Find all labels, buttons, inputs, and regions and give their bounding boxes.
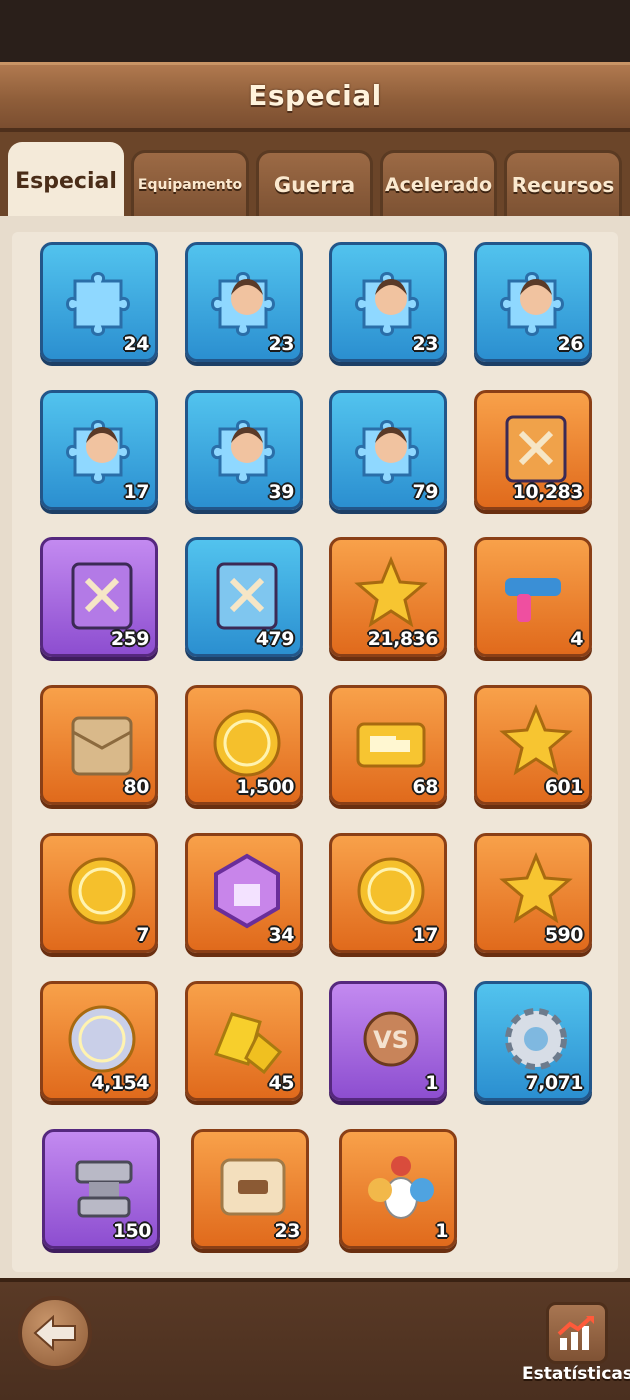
item-tile[interactable]: 23 [329, 242, 447, 362]
envelope-pack-icon [57, 698, 147, 788]
item-tile[interactable]: 17 [40, 390, 158, 510]
tab-acelerado[interactable]: Acelerado [380, 150, 497, 216]
item-count: 479 [255, 628, 295, 650]
gold-star-medal-icon [491, 698, 581, 788]
statistics-label: Estatísticas [522, 1364, 630, 1384]
item-tile[interactable]: 150 [42, 1129, 160, 1249]
svg-text:VS: VS [373, 1026, 409, 1054]
item-tile[interactable]: 24 [40, 242, 158, 362]
item-count: 1 [425, 1072, 438, 1094]
hero-puzzle-red-hair-woman-icon [346, 403, 436, 493]
anvil-icon [59, 1142, 149, 1232]
star-ribbon-medal-icon [491, 846, 581, 936]
item-tile[interactable]: 7 [40, 833, 158, 953]
hero-puzzle-blonde-woman-icon [202, 403, 292, 493]
blaster-gun-icon [491, 550, 581, 640]
tab-especial[interactable]: Especial [8, 142, 124, 218]
item-tile[interactable]: 479 [185, 537, 303, 657]
item-count: 7,071 [525, 1072, 583, 1094]
item-tile[interactable]: 7,071 [474, 981, 592, 1101]
item-tile[interactable]: 34 [185, 833, 303, 953]
skull-coin-icon [57, 846, 147, 936]
item-count: 259 [110, 628, 150, 650]
item-count: 17 [412, 924, 439, 946]
item-count: 21,836 [367, 628, 439, 650]
item-count: 4,154 [91, 1072, 149, 1094]
item-count: 80 [123, 776, 150, 798]
gold-nugget-icon [202, 994, 292, 1084]
item-count: 23 [412, 333, 439, 355]
item-count: 17 [123, 481, 150, 503]
item-tile[interactable]: 23 [191, 1129, 309, 1249]
item-tile[interactable]: 68 [329, 685, 447, 805]
item-count: 150 [112, 1220, 152, 1242]
item-count: 7 [136, 924, 149, 946]
item-tile[interactable]: 601 [474, 685, 592, 805]
puzzle-piece-icon [57, 255, 147, 345]
item-tile[interactable]: 39 [185, 390, 303, 510]
truck-ticket-icon [346, 698, 436, 788]
tab-guerra[interactable]: Guerra [256, 150, 373, 216]
item-count: 24 [123, 333, 150, 355]
item-tile[interactable]: 79 [329, 390, 447, 510]
item-tile[interactable]: 21,836 [329, 537, 447, 657]
item-count: 26 [557, 333, 584, 355]
purple-skill-book-icon [57, 550, 147, 640]
item-count: 34 [268, 924, 295, 946]
statistics-button[interactable] [546, 1302, 608, 1364]
purple-crate-badge-icon [202, 846, 292, 936]
status-bar [0, 0, 630, 62]
crossed-swords-coin-icon [202, 698, 292, 788]
item-tile[interactable]: 1,500 [185, 685, 303, 805]
pets-group-icon [356, 1142, 446, 1232]
title-bar: Especial [0, 62, 630, 132]
hero-puzzle-angry-brute-icon [346, 255, 436, 345]
item-tile[interactable]: 23 [185, 242, 303, 362]
item-count: 79 [412, 481, 439, 503]
item-count: 68 [412, 776, 439, 798]
vs-badge-icon: VS [346, 994, 436, 1084]
item-count: 10,283 [512, 481, 584, 503]
item-tile[interactable]: 17 [329, 833, 447, 953]
hero-puzzle-bearded-man-icon [491, 255, 581, 345]
item-tile[interactable]: 80 [40, 685, 158, 805]
item-count: 23 [268, 333, 295, 355]
clover-coin-icon [346, 846, 436, 936]
chart-up-icon [557, 1316, 594, 1350]
item-count: 45 [268, 1072, 295, 1094]
item-count: 601 [544, 776, 584, 798]
page-title: Especial [248, 79, 382, 112]
hero-puzzle-dark-hair-woman-icon [202, 255, 292, 345]
item-tile[interactable]: 26 [474, 242, 592, 362]
item-tile[interactable]: 590 [474, 833, 592, 953]
item-count: 590 [544, 924, 584, 946]
item-tile[interactable]: VS 1 [329, 981, 447, 1101]
item-count: 4 [570, 628, 583, 650]
silver-gear-icon [491, 994, 581, 1084]
star-orb-medal-icon [346, 550, 436, 640]
tank-scroll-icon [208, 1142, 298, 1232]
item-tile[interactable]: 10,283 [474, 390, 592, 510]
item-tile[interactable]: 4,154 [40, 981, 158, 1101]
back-button[interactable] [18, 1296, 92, 1370]
item-tile[interactable]: 4 [474, 537, 592, 657]
item-tile[interactable]: 1 [339, 1129, 457, 1249]
item-count: 23 [274, 1220, 301, 1242]
item-count: 39 [268, 481, 295, 503]
flag-silver-coin-icon [57, 994, 147, 1084]
back-arrow-icon [33, 1315, 76, 1351]
hero-puzzle-old-elf-icon [57, 403, 147, 493]
tab-equipamento[interactable]: Equipamento [131, 150, 249, 216]
orange-skill-book-icon [491, 403, 581, 493]
item-count: 1 [435, 1220, 448, 1242]
item-tile[interactable]: 45 [185, 981, 303, 1101]
item-count: 1,500 [236, 776, 294, 798]
tab-recursos[interactable]: Recursos [504, 150, 622, 216]
item-tile[interactable]: 259 [40, 537, 158, 657]
blue-skill-book-icon [202, 550, 292, 640]
